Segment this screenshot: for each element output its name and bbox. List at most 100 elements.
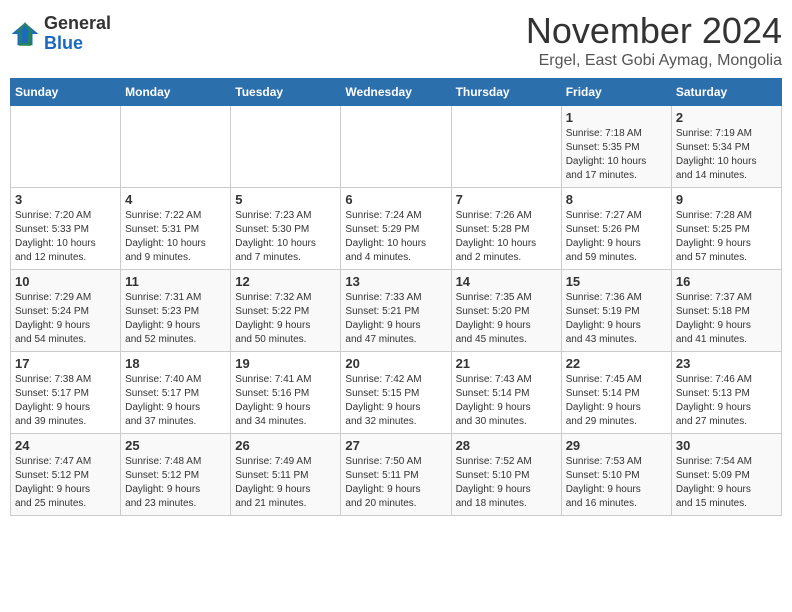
calendar-cell: 29 Sunrise: 7:53 AM Sunset: 5:10 PM Dayli… <box>561 434 671 516</box>
day-number: 27 <box>345 438 446 453</box>
calendar-cell: 23 Sunrise: 7:46 AM Sunset: 5:13 PM Dayli… <box>671 352 781 434</box>
day-number: 13 <box>345 274 446 289</box>
calendar-cell: 26 Sunrise: 7:49 AM Sunset: 5:11 PM Dayli… <box>231 434 341 516</box>
day-info: Sunrise: 7:28 AM Sunset: 5:25 PM Dayligh… <box>676 209 777 265</box>
calendar-cell: 21 Sunrise: 7:43 AM Sunset: 5:14 PM Dayli… <box>451 352 561 434</box>
calendar-cell: 4 Sunrise: 7:22 AM Sunset: 5:31 PM Daylig… <box>121 188 231 270</box>
day-number: 29 <box>566 438 667 453</box>
day-number: 6 <box>345 192 446 207</box>
day-info: Sunrise: 7:36 AM Sunset: 5:19 PM Dayligh… <box>566 291 667 347</box>
day-header-sunday: Sunday <box>11 79 121 106</box>
logo-text: General Blue <box>44 14 111 54</box>
month-title: November 2024 <box>526 10 782 52</box>
calendar-cell: 13 Sunrise: 7:33 AM Sunset: 5:21 PM Dayli… <box>341 270 451 352</box>
day-number: 5 <box>235 192 336 207</box>
day-info: Sunrise: 7:38 AM Sunset: 5:17 PM Dayligh… <box>15 373 116 429</box>
day-info: Sunrise: 7:35 AM Sunset: 5:20 PM Dayligh… <box>456 291 557 347</box>
calendar-cell: 12 Sunrise: 7:32 AM Sunset: 5:22 PM Dayli… <box>231 270 341 352</box>
calendar-cell: 2Sunrise: 7:19 AM Sunset: 5:34 PM Daylig… <box>671 106 781 188</box>
day-number: 18 <box>125 356 226 371</box>
day-number: 21 <box>456 356 557 371</box>
day-info: Sunrise: 7:52 AM Sunset: 5:10 PM Dayligh… <box>456 455 557 511</box>
day-info: Sunrise: 7:22 AM Sunset: 5:31 PM Dayligh… <box>125 209 226 265</box>
day-number: 26 <box>235 438 336 453</box>
calendar-cell: 6 Sunrise: 7:24 AM Sunset: 5:29 PM Daylig… <box>341 188 451 270</box>
calendar-cell: 19Sunrise: 7:41 AM Sunset: 5:16 PM Dayli… <box>231 352 341 434</box>
calendar-cell: 27 Sunrise: 7:50 AM Sunset: 5:11 PM Dayli… <box>341 434 451 516</box>
calendar-cell: 17Sunrise: 7:38 AM Sunset: 5:17 PM Dayli… <box>11 352 121 434</box>
calendar-cell: 25 Sunrise: 7:48 AM Sunset: 5:12 PM Dayli… <box>121 434 231 516</box>
calendar-cell <box>121 106 231 188</box>
day-info: Sunrise: 7:27 AM Sunset: 5:26 PM Dayligh… <box>566 209 667 265</box>
title-section: November 2024 Ergel, East Gobi Aymag, Mo… <box>526 10 782 70</box>
day-info: Sunrise: 7:46 AM Sunset: 5:13 PM Dayligh… <box>676 373 777 429</box>
day-number: 23 <box>676 356 777 371</box>
day-number: 7 <box>456 192 557 207</box>
day-info: Sunrise: 7:49 AM Sunset: 5:11 PM Dayligh… <box>235 455 336 511</box>
day-info: Sunrise: 7:24 AM Sunset: 5:29 PM Dayligh… <box>345 209 446 265</box>
calendar-cell: 10Sunrise: 7:29 AM Sunset: 5:24 PM Dayli… <box>11 270 121 352</box>
logo-blue-text: Blue <box>44 34 111 54</box>
day-number: 10 <box>15 274 116 289</box>
calendar-cell: 8 Sunrise: 7:27 AM Sunset: 5:26 PM Daylig… <box>561 188 671 270</box>
day-info: Sunrise: 7:33 AM Sunset: 5:21 PM Dayligh… <box>345 291 446 347</box>
day-info: Sunrise: 7:32 AM Sunset: 5:22 PM Dayligh… <box>235 291 336 347</box>
day-header-monday: Monday <box>121 79 231 106</box>
day-info: Sunrise: 7:31 AM Sunset: 5:23 PM Dayligh… <box>125 291 226 347</box>
day-number: 25 <box>125 438 226 453</box>
calendar-cell: 15Sunrise: 7:36 AM Sunset: 5:19 PM Dayli… <box>561 270 671 352</box>
calendar-cell: 7Sunrise: 7:26 AM Sunset: 5:28 PM Daylig… <box>451 188 561 270</box>
logo-icon <box>10 19 40 49</box>
calendar-cell: 11 Sunrise: 7:31 AM Sunset: 5:23 PM Dayli… <box>121 270 231 352</box>
day-info: Sunrise: 7:47 AM Sunset: 5:12 PM Dayligh… <box>15 455 116 511</box>
calendar-cell <box>341 106 451 188</box>
day-info: Sunrise: 7:53 AM Sunset: 5:10 PM Dayligh… <box>566 455 667 511</box>
calendar-cell <box>11 106 121 188</box>
day-number: 1 <box>566 110 667 125</box>
day-info: Sunrise: 7:48 AM Sunset: 5:12 PM Dayligh… <box>125 455 226 511</box>
day-info: Sunrise: 7:50 AM Sunset: 5:11 PM Dayligh… <box>345 455 446 511</box>
day-info: Sunrise: 7:20 AM Sunset: 5:33 PM Dayligh… <box>15 209 116 265</box>
day-number: 3 <box>15 192 116 207</box>
calendar-cell: 3 Sunrise: 7:20 AM Sunset: 5:33 PM Daylig… <box>11 188 121 270</box>
day-number: 20 <box>345 356 446 371</box>
calendar-cell: 16 Sunrise: 7:37 AM Sunset: 5:18 PM Dayli… <box>671 270 781 352</box>
day-header-thursday: Thursday <box>451 79 561 106</box>
calendar-cell: 30 Sunrise: 7:54 AM Sunset: 5:09 PM Dayli… <box>671 434 781 516</box>
calendar-cell: 22Sunrise: 7:45 AM Sunset: 5:14 PM Dayli… <box>561 352 671 434</box>
day-info: Sunrise: 7:37 AM Sunset: 5:18 PM Dayligh… <box>676 291 777 347</box>
day-number: 12 <box>235 274 336 289</box>
calendar-cell: 28Sunrise: 7:52 AM Sunset: 5:10 PM Dayli… <box>451 434 561 516</box>
day-number: 16 <box>676 274 777 289</box>
calendar-week-4: 17Sunrise: 7:38 AM Sunset: 5:17 PM Dayli… <box>11 352 782 434</box>
day-number: 14 <box>456 274 557 289</box>
day-info: Sunrise: 7:23 AM Sunset: 5:30 PM Dayligh… <box>235 209 336 265</box>
calendar-cell: 1 Sunrise: 7:18 AM Sunset: 5:35 PM Daylig… <box>561 106 671 188</box>
calendar-cell <box>451 106 561 188</box>
calendar-week-3: 10Sunrise: 7:29 AM Sunset: 5:24 PM Dayli… <box>11 270 782 352</box>
day-number: 4 <box>125 192 226 207</box>
day-info: Sunrise: 7:42 AM Sunset: 5:15 PM Dayligh… <box>345 373 446 429</box>
calendar-cell <box>231 106 341 188</box>
day-number: 22 <box>566 356 667 371</box>
day-number: 9 <box>676 192 777 207</box>
day-info: Sunrise: 7:43 AM Sunset: 5:14 PM Dayligh… <box>456 373 557 429</box>
calendar-cell: 9 Sunrise: 7:28 AM Sunset: 5:25 PM Daylig… <box>671 188 781 270</box>
calendar-cell: 14 Sunrise: 7:35 AM Sunset: 5:20 PM Dayli… <box>451 270 561 352</box>
day-header-saturday: Saturday <box>671 79 781 106</box>
day-info: Sunrise: 7:18 AM Sunset: 5:35 PM Dayligh… <box>566 127 667 183</box>
day-info: Sunrise: 7:54 AM Sunset: 5:09 PM Dayligh… <box>676 455 777 511</box>
logo: General Blue <box>10 14 111 54</box>
day-number: 30 <box>676 438 777 453</box>
day-info: Sunrise: 7:19 AM Sunset: 5:34 PM Dayligh… <box>676 127 777 183</box>
location-title: Ergel, East Gobi Aymag, Mongolia <box>526 52 782 70</box>
calendar-week-1: 1 Sunrise: 7:18 AM Sunset: 5:35 PM Daylig… <box>11 106 782 188</box>
day-number: 8 <box>566 192 667 207</box>
calendar-cell: 5 Sunrise: 7:23 AM Sunset: 5:30 PM Daylig… <box>231 188 341 270</box>
day-info: Sunrise: 7:40 AM Sunset: 5:17 PM Dayligh… <box>125 373 226 429</box>
header: General Blue November 2024 Ergel, East G… <box>10 10 782 70</box>
day-number: 24 <box>15 438 116 453</box>
day-header-tuesday: Tuesday <box>231 79 341 106</box>
calendar-week-5: 24 Sunrise: 7:47 AM Sunset: 5:12 PM Dayli… <box>11 434 782 516</box>
day-number: 11 <box>125 274 226 289</box>
